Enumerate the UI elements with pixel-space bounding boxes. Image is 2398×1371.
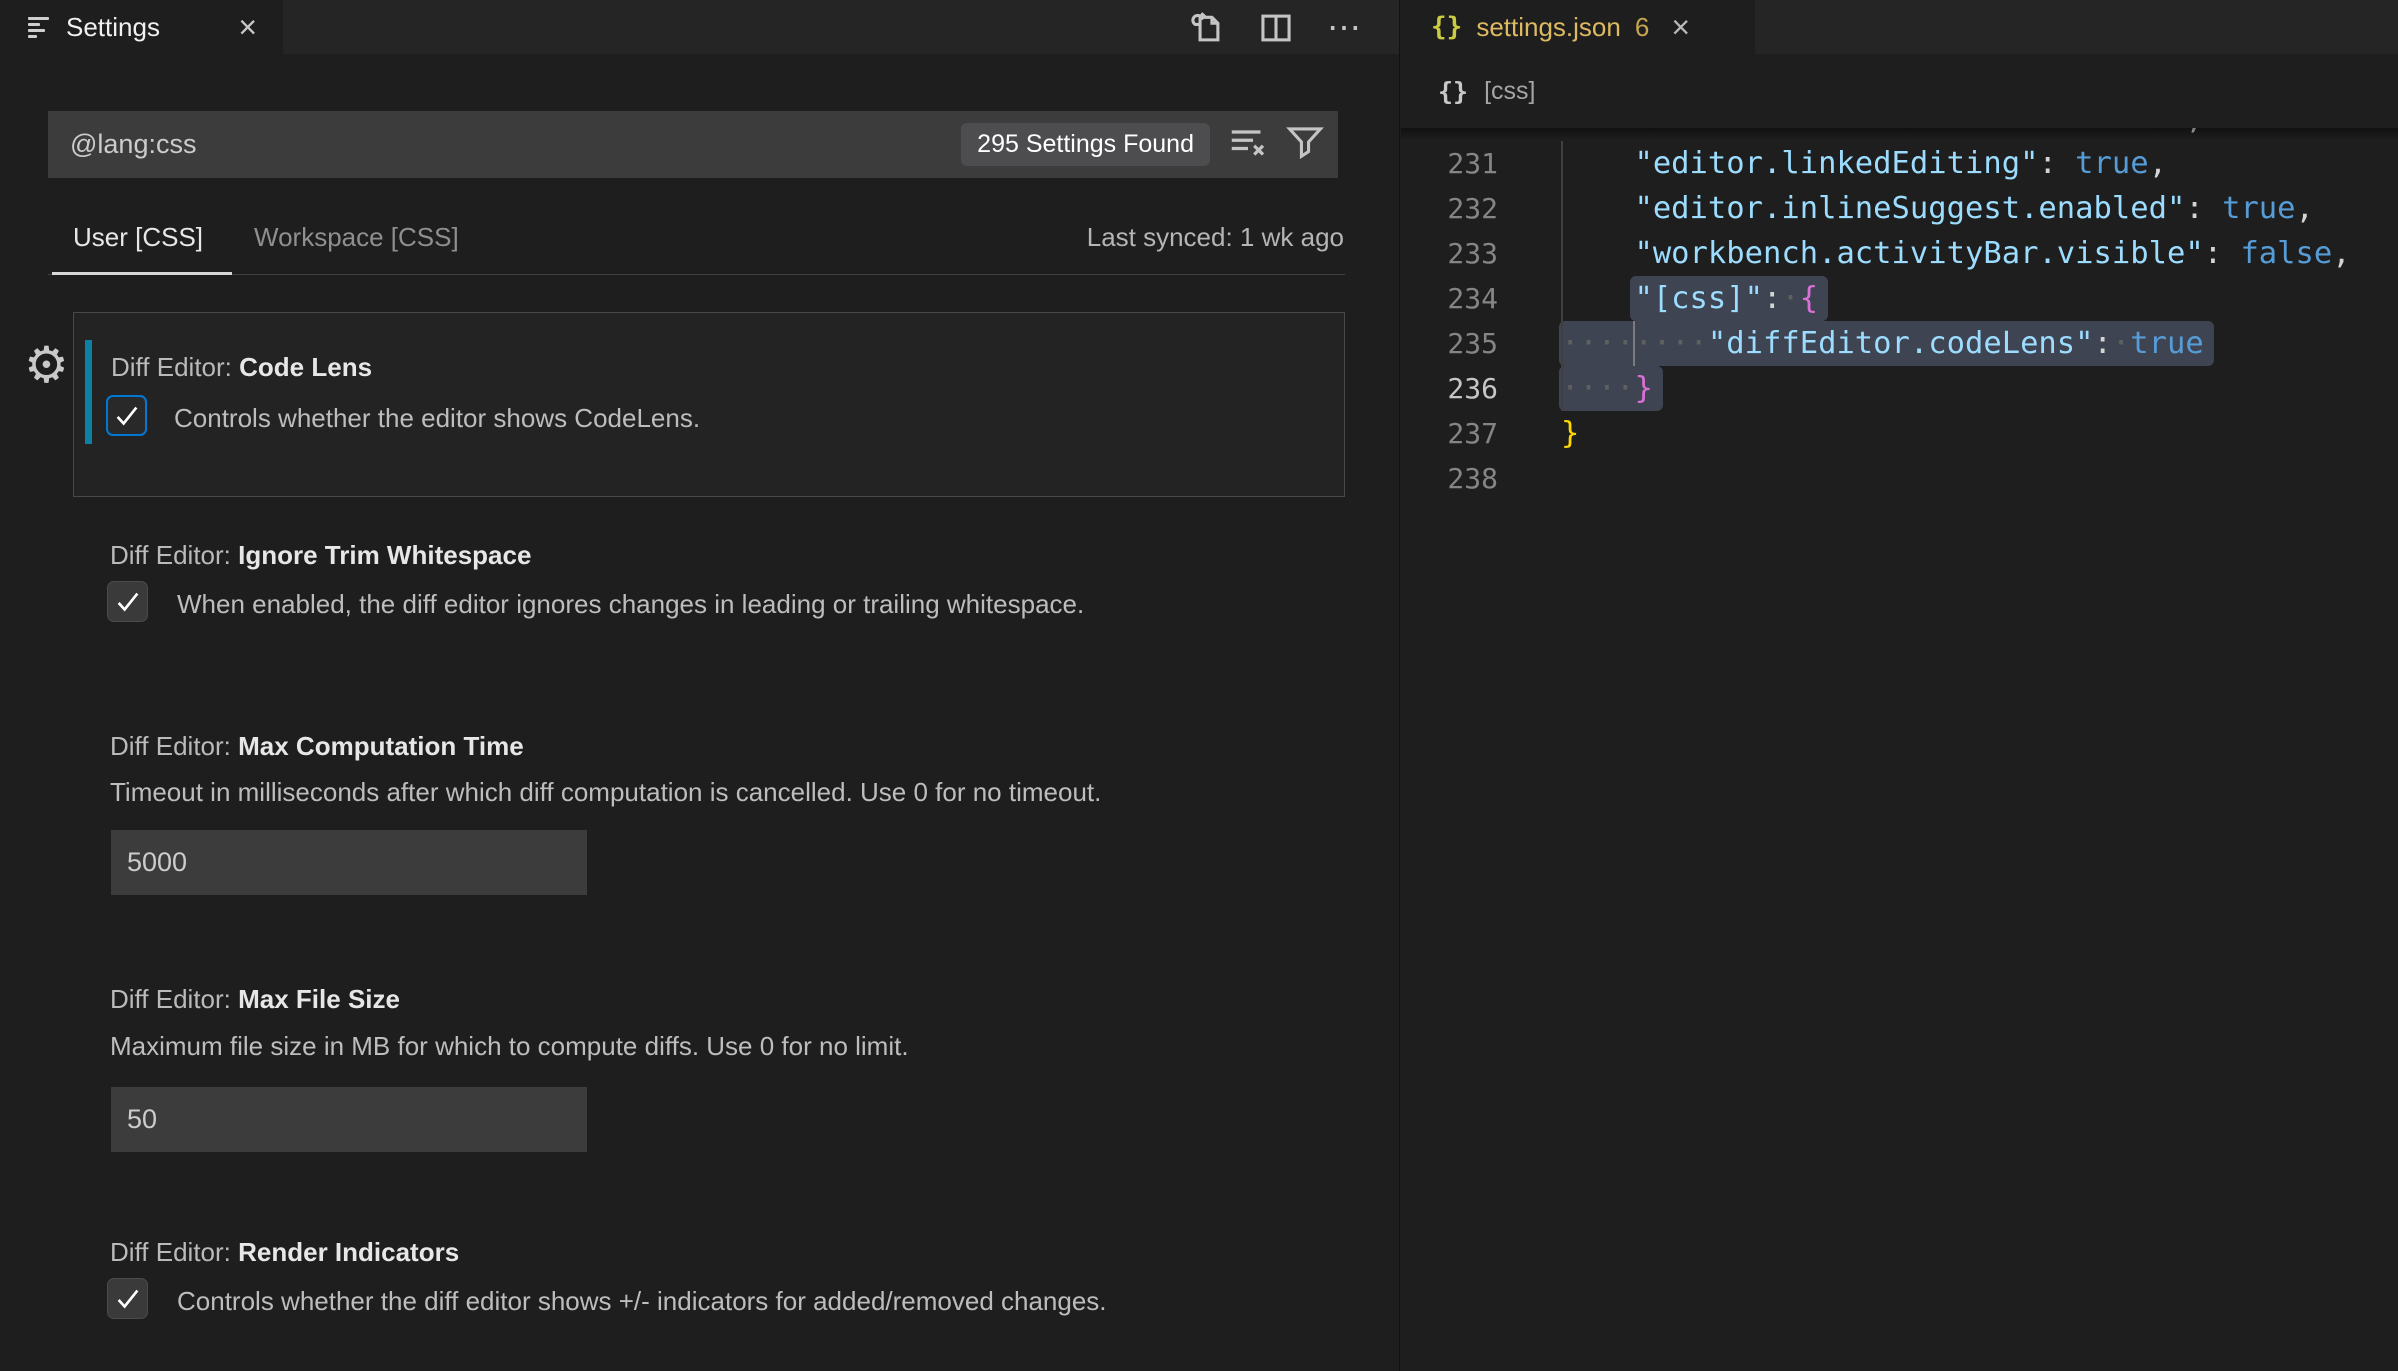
setting-category: Diff Editor: (110, 540, 238, 570)
left-tab-bar: Settings × ⋯ (0, 0, 1399, 54)
tab-workspace-css[interactable]: Workspace [CSS] (254, 222, 459, 253)
close-icon[interactable]: × (1671, 11, 1690, 43)
setting-title: Diff Editor: Max File Size (110, 984, 400, 1014)
tab-settings-label: Settings (66, 12, 160, 43)
code-lines: ,231 "editor.linkedEditing": true,232 "e… (1401, 128, 2398, 501)
input-max-computation-time[interactable]: 5000 (111, 830, 587, 895)
code-line[interactable]: 233 "workbench.activityBar.visible": fal… (1401, 231, 2398, 276)
open-settings-json-icon[interactable] (1186, 8, 1226, 48)
setting-category: Diff Editor: (110, 731, 238, 761)
setting-label: Code Lens (239, 352, 372, 382)
line-number: 232 (1401, 186, 1498, 231)
modified-indicator-bar (85, 340, 92, 444)
setting-title: Diff Editor: Render Indicators (110, 1237, 459, 1267)
code-editor[interactable]: ,231 "editor.linkedEditing": true,232 "e… (1401, 128, 2398, 1371)
setting-description: Timeout in milliseconds after which diff… (110, 777, 1101, 808)
code-text: } (1561, 411, 1579, 456)
settings-search-input[interactable]: @lang:css 295 Settings Found (48, 111, 1338, 178)
setting-gear-icon[interactable]: ⚙ (24, 340, 69, 390)
close-icon[interactable]: × (238, 11, 257, 43)
editor-title-actions: ⋯ (1186, 8, 1366, 48)
tab-user-css[interactable]: User [CSS] (73, 222, 203, 253)
setting-label: Render Indicators (238, 1237, 459, 1267)
check-icon (112, 401, 142, 431)
code-text: ····} (1561, 366, 1653, 411)
input-max-file-size[interactable]: 50 (111, 1087, 587, 1152)
more-actions-icon[interactable]: ⋯ (1326, 8, 1366, 48)
code-line[interactable]: 235 ········"diffEditor.codeLens":·true (1401, 321, 2398, 366)
code-text: "[css]":·{ (1561, 276, 1818, 321)
problems-count-badge: 6 (1635, 12, 1649, 43)
line-number: 238 (1401, 456, 1498, 501)
symbol-object-icon: {} (1438, 77, 1468, 106)
active-scope-underline (52, 272, 232, 275)
checkbox-ignore-trim-whitespace[interactable] (107, 581, 148, 622)
split-editor-icon[interactable] (1256, 8, 1296, 48)
code-line[interactable]: 237} (1401, 411, 2398, 456)
code-line[interactable]: 238 (1401, 456, 2398, 501)
tab-filename: settings.json (1476, 12, 1621, 43)
settings-editor-pane: Settings × ⋯ @lang:css 295 Settings Foun… (0, 0, 1400, 1371)
results-count-badge: 295 Settings Found (961, 123, 1210, 166)
code-line[interactable]: 236 ····} (1401, 366, 2398, 411)
input-value: 5000 (127, 847, 187, 878)
scope-tabs-separator (48, 274, 1345, 275)
setting-title: Diff Editor: Max Computation Time (110, 731, 524, 761)
line-number: 233 (1401, 231, 1498, 276)
last-synced-label: Last synced: 1 wk ago (1087, 222, 1344, 253)
setting-title: Diff Editor: Ignore Trim Whitespace (110, 540, 531, 570)
json-braces-icon: {} (1431, 12, 1462, 42)
code-text: "editor.linkedEditing": true, (1561, 141, 2167, 186)
tab-settings[interactable]: Settings × (0, 0, 283, 54)
json-editor-pane: {} settings.json 6 × {} [css] ,231 "edit… (1401, 0, 2398, 1371)
code-text: "editor.inlineSuggest.enabled": true, (1561, 186, 2314, 231)
setting-description: Controls whether the diff editor shows +… (177, 1286, 1107, 1317)
clear-filters-icon[interactable] (1228, 122, 1268, 167)
scroll-shadow (1401, 128, 2398, 140)
line-number: 237 (1401, 411, 1498, 456)
setting-title: Diff Editor: Code Lens (111, 352, 372, 382)
setting-category: Diff Editor: (110, 984, 238, 1014)
setting-description: Maximum file size in MB for which to com… (110, 1031, 909, 1062)
code-text: ········"diffEditor.codeLens":·true (1561, 321, 2204, 366)
setting-category: Diff Editor: (111, 352, 239, 382)
search-actions (1228, 122, 1324, 167)
code-text: "workbench.activityBar.visible": false, (1561, 231, 2351, 276)
breadcrumb[interactable]: {} [css] (1401, 54, 2398, 128)
line-number: 235 (1401, 321, 1498, 366)
setting-label: Max Computation Time (238, 731, 524, 761)
check-icon (113, 1284, 143, 1314)
checkbox-code-lens[interactable] (106, 395, 147, 436)
line-number: 231 (1401, 141, 1498, 186)
right-tab-bar: {} settings.json 6 × (1401, 0, 2398, 54)
line-number: 234 (1401, 276, 1498, 321)
setting-label: Ignore Trim Whitespace (238, 540, 531, 570)
setting-description: Controls whether the editor shows CodeLe… (174, 403, 700, 434)
settings-list-icon (28, 16, 50, 38)
code-line[interactable]: 231 "editor.linkedEditing": true, (1401, 141, 2398, 186)
breadcrumb-path[interactable]: [css] (1484, 77, 1535, 106)
tab-settings-json[interactable]: {} settings.json 6 × (1401, 0, 1755, 54)
setting-description: When enabled, the diff editor ignores ch… (177, 589, 1084, 620)
line-number: 236 (1401, 366, 1498, 411)
search-query-text: @lang:css (70, 129, 961, 160)
setting-label: Max File Size (238, 984, 400, 1014)
input-value: 50 (127, 1104, 157, 1135)
code-line[interactable]: 232 "editor.inlineSuggest.enabled": true… (1401, 186, 2398, 231)
checkbox-render-indicators[interactable] (107, 1278, 148, 1319)
code-line[interactable]: 234 "[css]":·{ (1401, 276, 2398, 321)
setting-category: Diff Editor: (110, 1237, 238, 1267)
check-icon (113, 587, 143, 617)
filter-icon[interactable] (1286, 123, 1324, 166)
